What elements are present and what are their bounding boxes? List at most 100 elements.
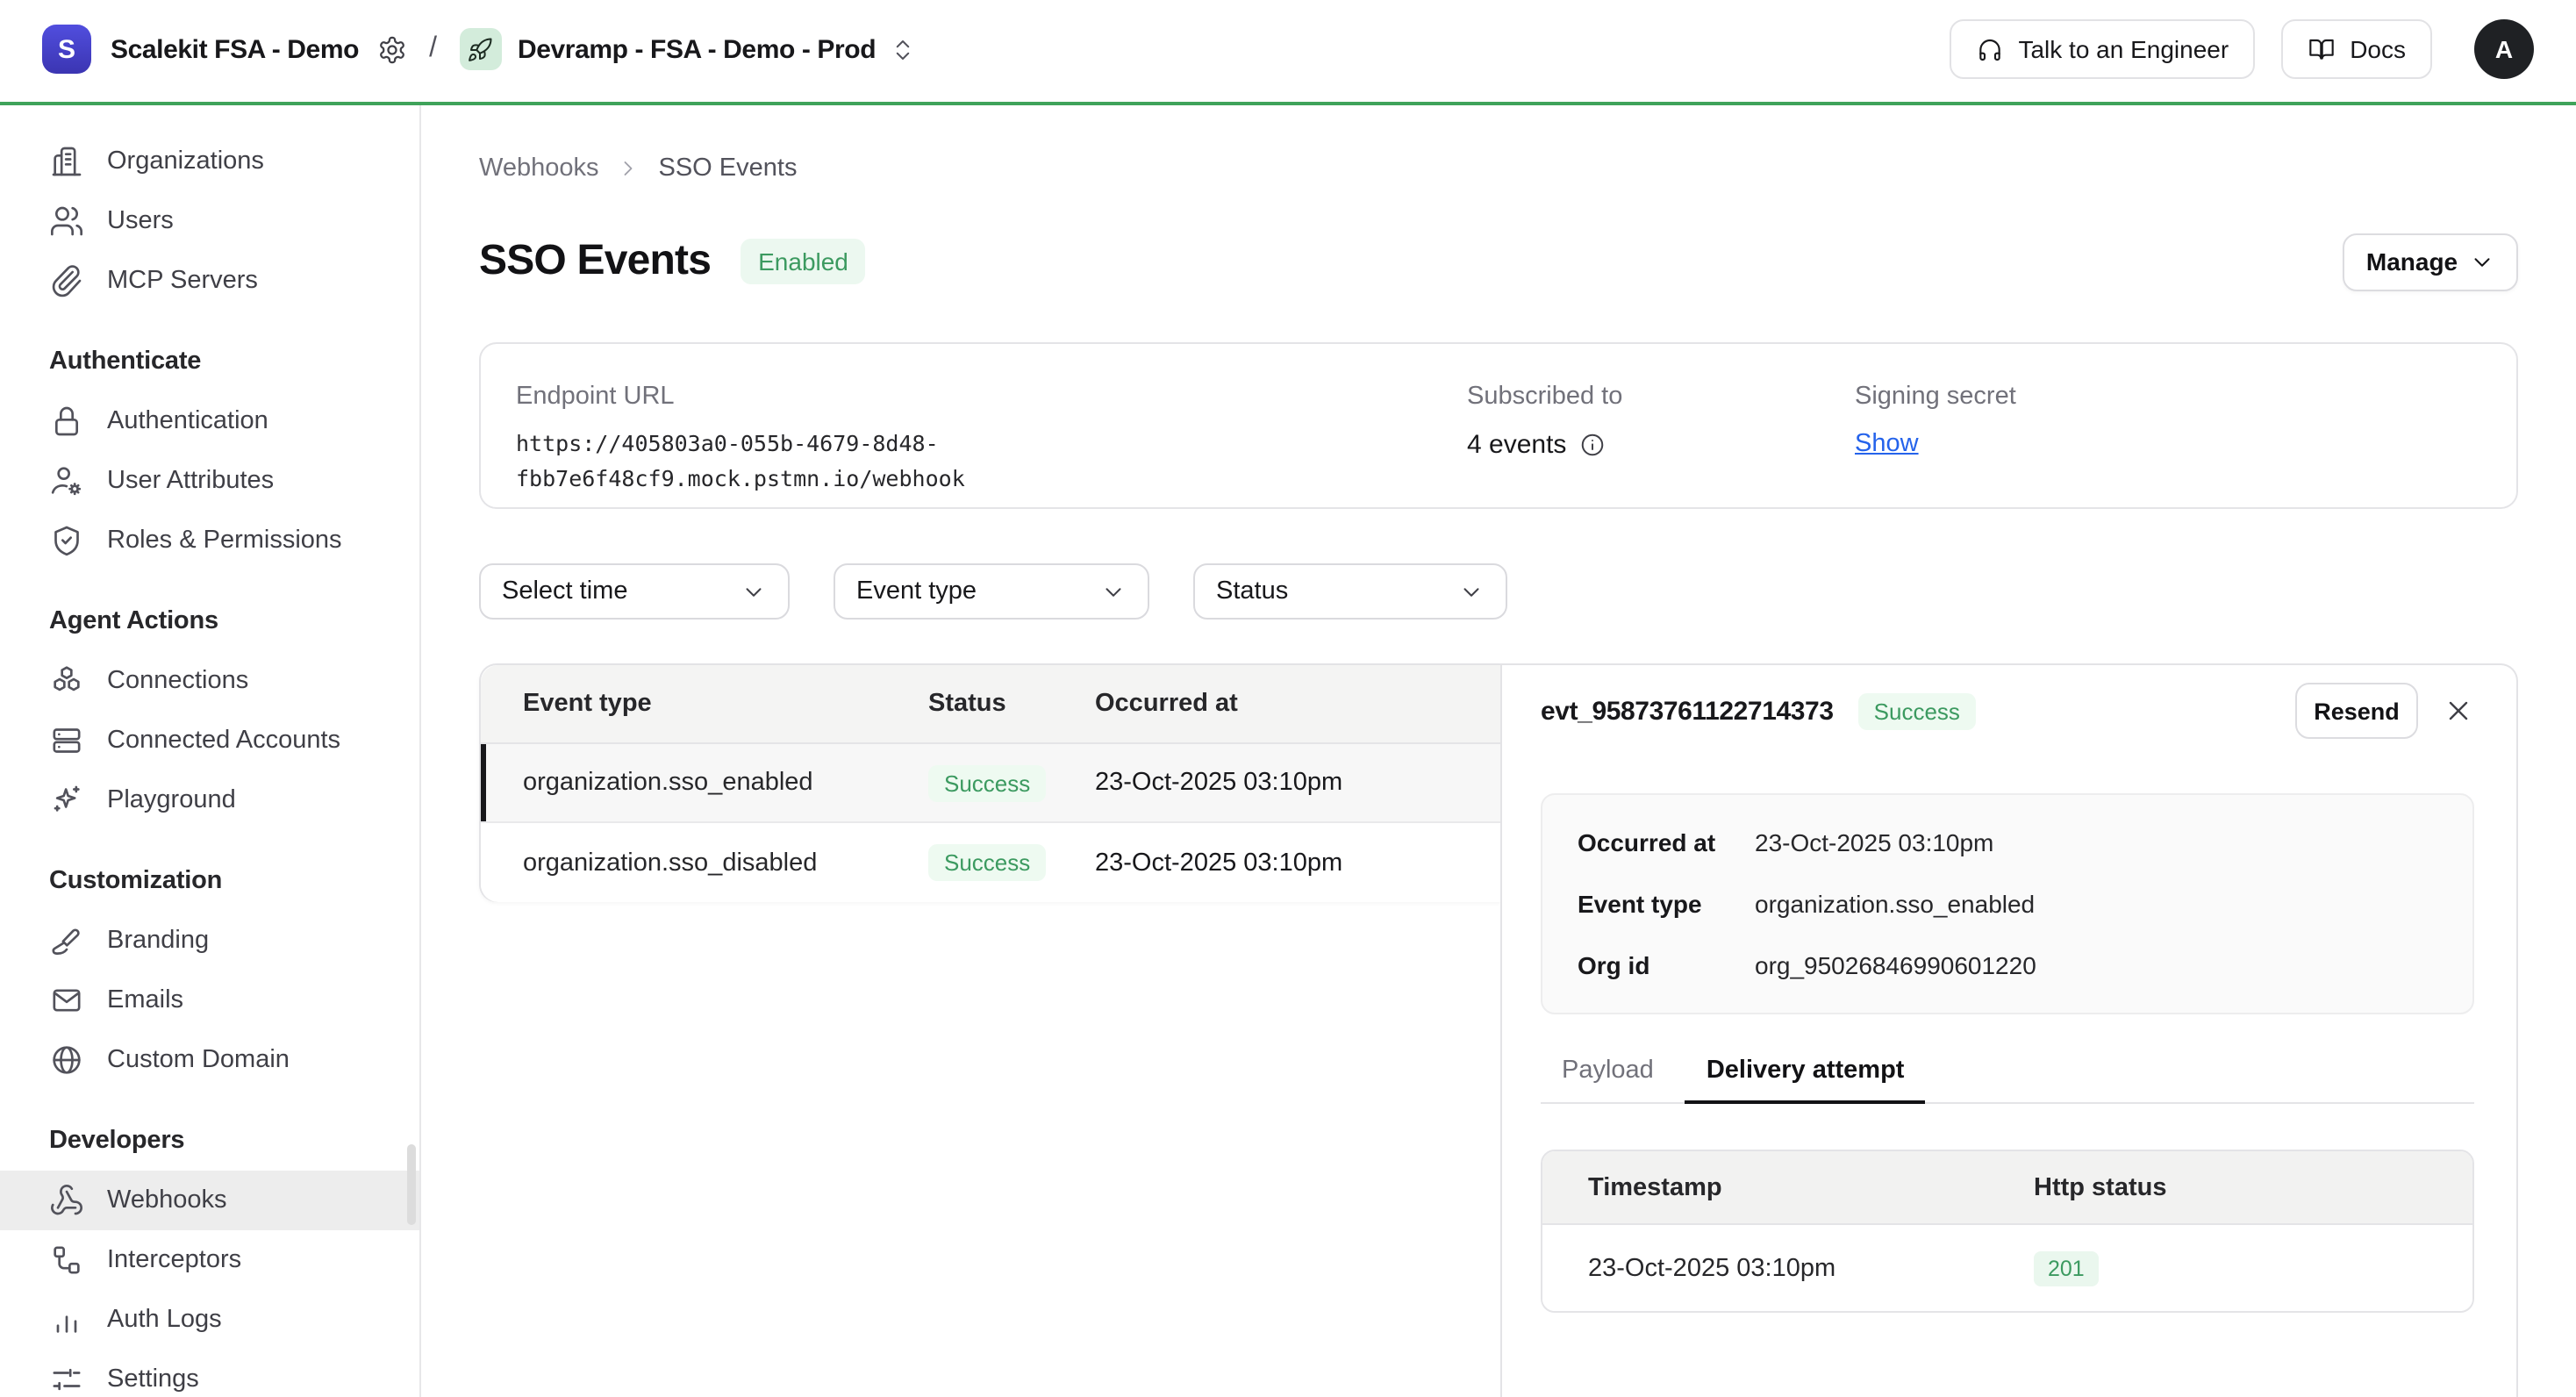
headphones-icon	[1976, 35, 2004, 63]
sidebar-item-connections[interactable]: Connections	[0, 651, 419, 711]
filter-label: Select time	[502, 577, 627, 605]
endpoint-url-line1: https://405803a0-055b-4679-8d48-	[516, 426, 1467, 462]
sidebar-item-organizations[interactable]: Organizations	[0, 132, 419, 191]
sidebar-item-authentication[interactable]: Authentication	[0, 391, 419, 451]
events-table: Event type Status Occurred at organizati…	[479, 663, 1500, 902]
sidebar-item-mcp-servers[interactable]: MCP Servers	[0, 251, 419, 311]
shield-check-icon	[49, 523, 84, 558]
field-label: Event type	[1578, 886, 1755, 921]
sidebar-item-label: Emails	[107, 986, 183, 1014]
paintbrush-icon	[49, 923, 84, 958]
detail-field-event-type: Event typeorganization.sso_enabled	[1578, 886, 2437, 921]
subscribed-label: Subscribed to	[1467, 383, 1855, 411]
chevron-down-icon	[1458, 578, 1485, 605]
talk-to-engineer-button[interactable]: Talk to an Engineer	[1950, 19, 2255, 79]
detail-field-occurred-at: Occurred at23-Oct-2025 03:10pm	[1578, 825, 2437, 860]
status-cell-badge: Success	[928, 764, 1046, 801]
sidebar-item-label: Settings	[107, 1365, 199, 1393]
docs-button[interactable]: Docs	[2281, 19, 2432, 79]
top-bar-actions: Talk to an Engineer Docs A	[1950, 19, 2534, 79]
status-cell-badge: Success	[928, 844, 1046, 881]
occurred-at-cell: 23-Oct-2025 03:10pm	[1095, 849, 1500, 877]
filter-select-time[interactable]: Select time	[479, 563, 790, 620]
event-fields-card: Occurred at23-Oct-2025 03:10pm Event type…	[1541, 793, 2474, 1014]
show-secret-link[interactable]: Show	[1855, 430, 1919, 458]
detail-tabs: PayloadDelivery attempt	[1541, 1057, 2474, 1104]
app-window: S Scalekit FSA - Demo / Devramp - FSA - …	[0, 0, 2576, 1397]
filter-label: Event type	[856, 577, 977, 605]
chevrons-up-down-icon[interactable]	[890, 36, 916, 62]
workspace-name[interactable]: Scalekit FSA - Demo	[111, 34, 359, 64]
sidebar-item-user-attributes[interactable]: User Attributes	[0, 451, 419, 511]
sidebar-item-playground[interactable]: Playground	[0, 770, 419, 830]
endpoint-url-value: https://405803a0-055b-4679-8d48- fbb7e6f…	[516, 426, 1467, 497]
scalekit-logo: S	[42, 25, 91, 74]
user-avatar[interactable]: A	[2474, 19, 2534, 79]
sidebar-item-custom-domain[interactable]: Custom Domain	[0, 1030, 419, 1090]
chevron-down-icon	[1100, 578, 1127, 605]
rocket-icon	[468, 36, 494, 62]
breadcrumb: Webhooks SSO Events	[479, 151, 2518, 186]
delivery-attempts-table: Timestamp Http status 23-Oct-2025 03:10p…	[1541, 1150, 2474, 1313]
resend-button[interactable]: Resend	[2295, 683, 2418, 739]
chevron-down-icon	[741, 578, 767, 605]
sidebar-item-settings[interactable]: Settings	[0, 1350, 419, 1397]
organizations-icon	[49, 144, 84, 179]
detail-field-org-id: Org idorg_95026846990601220	[1578, 948, 2437, 983]
avatar-letter: A	[2495, 35, 2513, 63]
occurred-at-cell: 23-Oct-2025 03:10pm	[1095, 769, 1500, 797]
breadcrumb-webhooks[interactable]: Webhooks	[479, 154, 599, 183]
field-value: organization.sso_enabled	[1755, 886, 2035, 921]
manage-button[interactable]: Manage	[2343, 233, 2518, 290]
gear-icon[interactable]	[376, 34, 406, 64]
column-event-type: Event type	[523, 690, 928, 718]
sidebar-item-connected-accounts[interactable]: Connected Accounts	[0, 711, 419, 770]
lock-icon	[49, 404, 84, 439]
field-value: org_95026846990601220	[1755, 948, 2036, 983]
info-icon[interactable]	[1578, 432, 1605, 458]
docs-label: Docs	[2350, 35, 2406, 63]
sidebar-item-label: User Attributes	[107, 467, 274, 495]
sidebar-item-label: Authentication	[107, 407, 268, 435]
endpoint-url-label: Endpoint URL	[516, 383, 1467, 411]
tab-delivery-attempt[interactable]: Delivery attempt	[1685, 1057, 1926, 1104]
signing-secret-section: Signing secret Show	[1855, 383, 2481, 469]
mail-icon	[49, 983, 84, 1018]
column-timestamp: Timestamp	[1588, 1173, 2034, 1201]
mcp-servers-icon	[49, 263, 84, 298]
settings-icon	[49, 1362, 84, 1397]
sidebar-item-auth-logs[interactable]: Auth Logs	[0, 1290, 419, 1350]
field-label: Occurred at	[1578, 825, 1755, 860]
delivery-attempt-row[interactable]: 23-Oct-2025 03:10pm201	[1542, 1225, 2472, 1311]
event-row-organization-sso_disabled[interactable]: organization.sso_disabledSuccess23-Oct-2…	[481, 823, 1500, 902]
timestamp-cell: 23-Oct-2025 03:10pm	[1588, 1254, 2034, 1282]
sidebar-item-branding[interactable]: Branding	[0, 911, 419, 971]
event-row-organization-sso_enabled[interactable]: organization.sso_enabledSuccess23-Oct-20…	[481, 744, 1500, 823]
sidebar-item-label: Connections	[107, 667, 248, 695]
event-id: evt_95873761122714373	[1541, 696, 1834, 726]
close-icon[interactable]	[2443, 695, 2474, 727]
connections-icon	[49, 663, 84, 698]
filter-event-type[interactable]: Event type	[834, 563, 1149, 620]
sidebar-item-emails[interactable]: Emails	[0, 971, 419, 1030]
chevron-right-icon	[617, 156, 641, 181]
sidebar-item-label: Interceptors	[107, 1246, 241, 1274]
environment-name[interactable]: Devramp - FSA - Demo - Prod	[518, 34, 876, 64]
breadcrumb-slash: /	[429, 33, 437, 65]
sidebar-item-webhooks[interactable]: Webhooks	[0, 1171, 419, 1230]
interceptors-icon	[49, 1243, 84, 1278]
book-icon	[2308, 35, 2336, 63]
filter-status[interactable]: Status	[1193, 563, 1507, 620]
sidebar-item-users[interactable]: Users	[0, 191, 419, 251]
sidebar-item-roles-permissions[interactable]: Roles & Permissions	[0, 511, 419, 570]
user-attributes-icon	[49, 463, 84, 498]
title-row: SSO Events Enabled Manage	[479, 233, 2518, 290]
sidebar-section-developers: Developers	[0, 1111, 419, 1171]
sidebar-item-interceptors[interactable]: Interceptors	[0, 1230, 419, 1290]
sidebar-item-label: Playground	[107, 786, 236, 814]
tab-payload[interactable]: Payload	[1541, 1057, 1675, 1104]
sidebar-scrollbar[interactable]	[407, 1144, 416, 1225]
sidebar-item-label: Webhooks	[107, 1186, 227, 1214]
auth-logs-icon	[49, 1302, 84, 1337]
environment-badge	[460, 28, 502, 70]
